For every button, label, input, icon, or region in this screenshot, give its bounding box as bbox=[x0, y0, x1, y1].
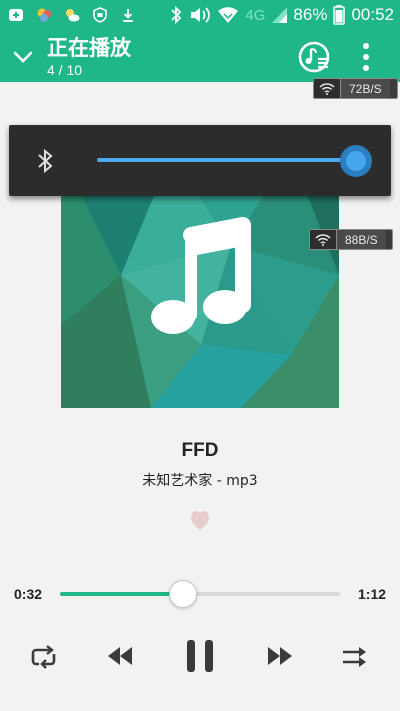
song-artist: 未知艺术家 - mp3 bbox=[142, 473, 258, 489]
seek-bar-thumb[interactable] bbox=[169, 580, 198, 608]
more-vert-icon[interactable] bbox=[356, 40, 376, 74]
security-icon bbox=[92, 7, 108, 23]
heart-icon[interactable] bbox=[188, 509, 212, 531]
battery-icon bbox=[333, 5, 346, 25]
next-icon[interactable] bbox=[268, 647, 292, 665]
volume-slider-thumb[interactable] bbox=[340, 145, 372, 177]
volume-slider-track[interactable] bbox=[97, 158, 363, 162]
status-notification-icons bbox=[8, 5, 136, 25]
wifi-icon bbox=[217, 5, 239, 25]
status-time: 00:52 bbox=[351, 5, 394, 24]
status-system-icons: 4G 86% 00:52 bbox=[169, 4, 394, 26]
weather-icon bbox=[64, 7, 80, 23]
signal-icon bbox=[271, 6, 288, 24]
volume-icon bbox=[189, 5, 211, 25]
notification-icon bbox=[8, 7, 24, 23]
shuffle-icon[interactable] bbox=[342, 644, 368, 670]
battery-percent: 86% bbox=[293, 5, 328, 24]
network-speed-badge: 72B/S bbox=[313, 78, 398, 99]
previous-icon[interactable] bbox=[108, 647, 132, 665]
current-time: 0:32 bbox=[14, 586, 43, 602]
music-queue-icon[interactable] bbox=[298, 40, 332, 74]
network-type: 4G bbox=[245, 6, 266, 24]
status-bar: 4G 86% 00:52 bbox=[0, 0, 400, 30]
bluetooth-icon bbox=[38, 148, 53, 174]
song-title: FFD bbox=[181, 440, 219, 461]
track-position: 4 / 10 bbox=[47, 62, 83, 78]
total-time: 1:12 bbox=[358, 586, 387, 602]
network-speed-value: 88B/S bbox=[336, 230, 386, 249]
seek-bar-progress bbox=[60, 592, 184, 596]
repeat-icon[interactable] bbox=[30, 644, 58, 670]
chevron-down-icon[interactable] bbox=[12, 46, 34, 68]
wifi-icon bbox=[314, 79, 340, 98]
pause-icon[interactable] bbox=[186, 640, 214, 672]
wifi-icon bbox=[310, 230, 336, 249]
network-speed-value: 72B/S bbox=[340, 79, 390, 98]
page-title: 正在播放 bbox=[47, 36, 131, 60]
app-icon bbox=[36, 7, 52, 23]
seek-bar[interactable] bbox=[60, 580, 340, 608]
network-speed-badge-overlay: 88B/S bbox=[309, 229, 393, 250]
app-bar: 正在播放 4 / 10 bbox=[0, 30, 400, 82]
volume-panel bbox=[9, 125, 391, 196]
download-icon bbox=[120, 7, 136, 23]
bluetooth-icon bbox=[169, 5, 183, 25]
